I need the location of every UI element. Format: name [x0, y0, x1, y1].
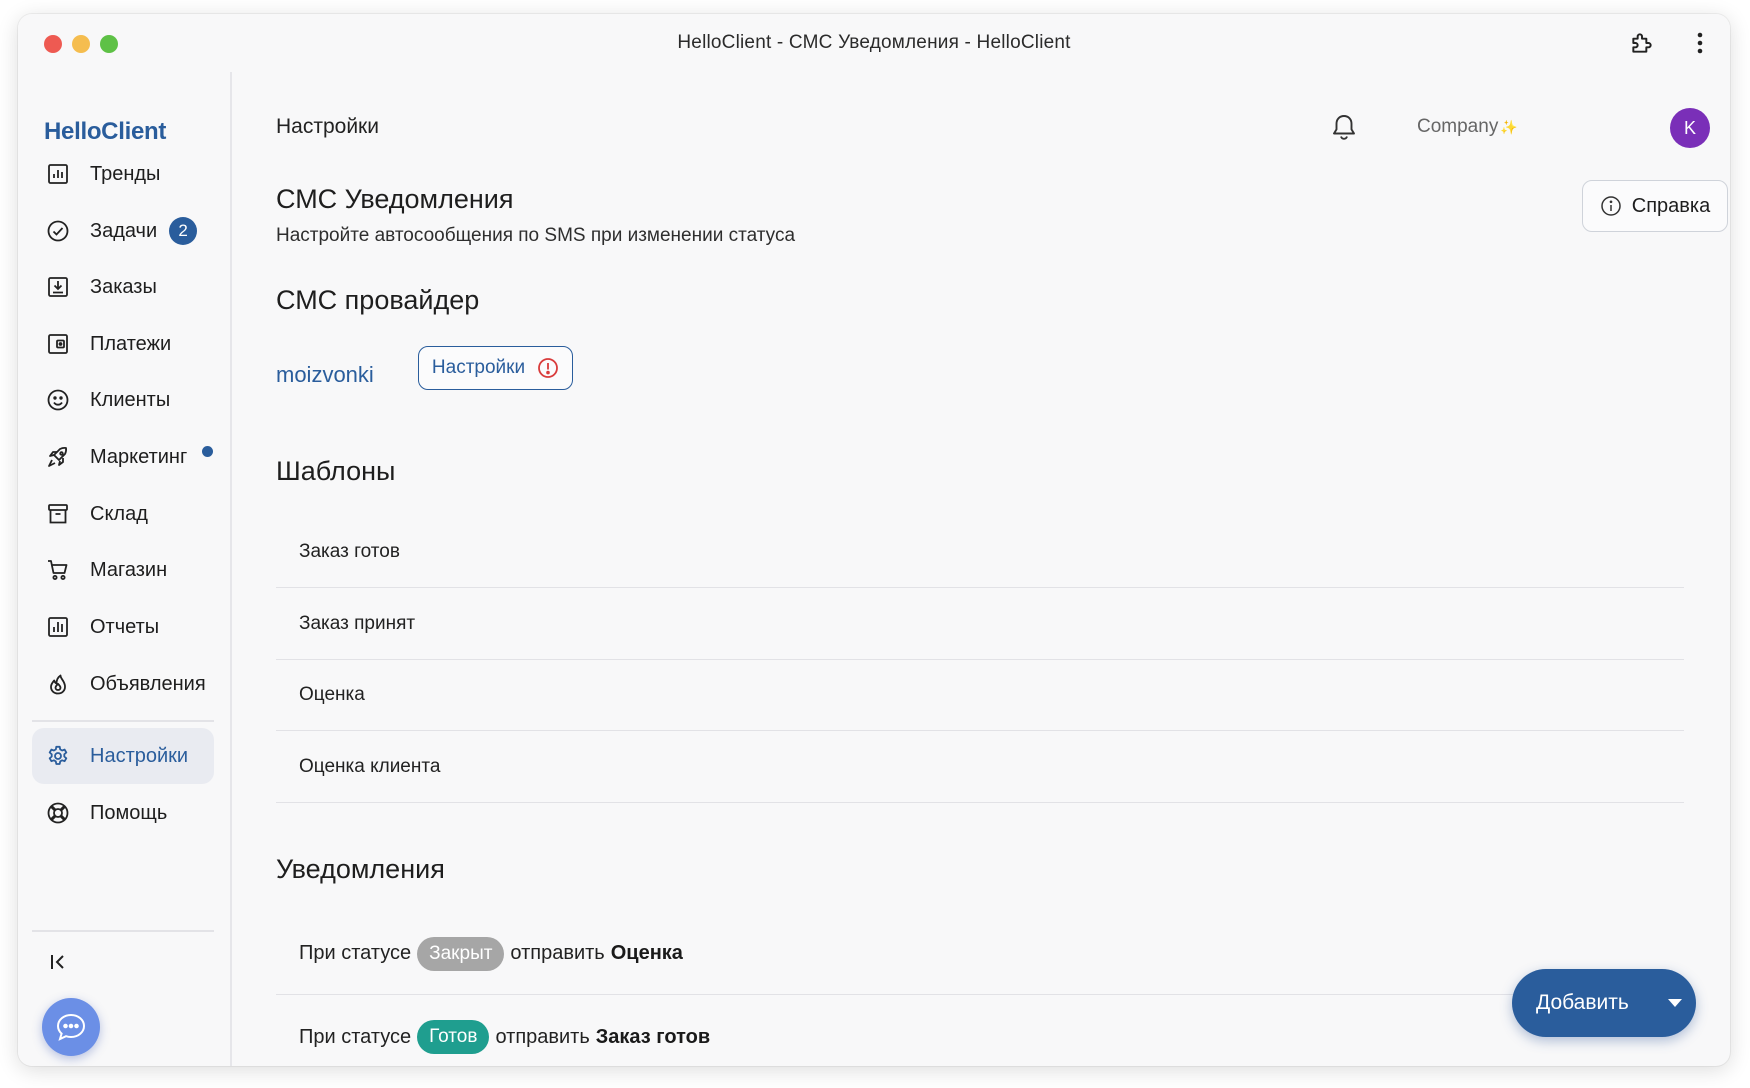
sidebar-item-label: Отчеты: [90, 615, 160, 638]
collapse-sidebar-icon[interactable]: [44, 948, 72, 976]
sidebar-item-label: Заказы: [90, 275, 157, 298]
archive-icon: [44, 500, 72, 528]
app-window: HelloClient - СМС Уведомления - HelloCli…: [18, 14, 1730, 1066]
company-switcher[interactable]: Company ✨: [1417, 116, 1518, 138]
add-button-label: Добавить: [1536, 991, 1629, 1014]
sidebar-item-label: Помощь: [90, 801, 168, 824]
sidebar-item-label: Маркетинг: [90, 445, 188, 468]
provider-settings-label: Настройки: [431, 357, 526, 378]
sidebar-item-label: Клиенты: [90, 388, 171, 411]
template-item[interactable]: Оценка клиента: [276, 731, 1684, 803]
status-badge: Закрыт: [417, 936, 505, 971]
sidebar-item-reports[interactable]: Отчеты: [32, 599, 214, 655]
caret-down-icon: [1667, 999, 1682, 1007]
page-title: СМС Уведомления: [276, 184, 514, 214]
sidebar-item-help[interactable]: Помощь: [32, 785, 214, 841]
notification-rule[interactable]: При статусе Закрыт отправить Оценка: [276, 913, 1684, 995]
sidebar-item-settings[interactable]: Настройки: [32, 728, 214, 784]
title-bar: HelloClient - СМС Уведомления - HelloCli…: [18, 14, 1730, 72]
help-button-label: Справка: [1631, 194, 1711, 217]
sidebar-item-tasks[interactable]: Задачи 2: [32, 203, 214, 259]
sidebar-item-trends[interactable]: Тренды: [32, 146, 214, 202]
app-logo[interactable]: HelloClient: [44, 118, 166, 146]
sidebar: HelloClient Тренды Задачи 2 Заказы Плате…: [18, 72, 232, 1066]
extension-icon[interactable]: [1626, 27, 1658, 59]
template-item[interactable]: Заказ готов: [276, 516, 1684, 588]
wallet-icon: [44, 330, 72, 358]
help-button[interactable]: Справка: [1582, 180, 1728, 232]
rule-template: Заказ готов: [595, 1025, 711, 1048]
smile-icon: [44, 386, 72, 414]
close-window-button[interactable]: [44, 35, 62, 53]
notification-rule[interactable]: При статусе Готов отправить Заказ готов: [276, 996, 1684, 1066]
template-item[interactable]: Заказ принят: [276, 588, 1684, 660]
more-vertical-icon[interactable]: [1684, 27, 1716, 59]
info-icon: [1601, 196, 1621, 216]
window-title: HelloClient - СМС Уведомления - HelloCli…: [677, 32, 1071, 53]
sidebar-item-clients[interactable]: Клиенты: [32, 372, 214, 428]
sidebar-item-marketing[interactable]: Маркетинг: [32, 429, 214, 485]
provider-settings-button[interactable]: Настройки: [418, 346, 573, 390]
sidebar-item-label: Магазин: [90, 558, 168, 581]
header-title: Настройки: [276, 115, 379, 138]
sidebar-item-label: Платежи: [90, 332, 172, 355]
new-indicator-dot: [202, 446, 213, 457]
provider-name-link[interactable]: moizvonki: [276, 362, 374, 388]
window-controls: [44, 35, 118, 53]
sidebar-item-warehouse[interactable]: Склад: [32, 486, 214, 542]
check-circle-icon: [44, 217, 72, 245]
maximize-window-button[interactable]: [100, 35, 118, 53]
sidebar-item-orders[interactable]: Заказы: [32, 259, 214, 315]
sidebar-item-label: Склад: [90, 502, 148, 525]
sidebar-divider: [32, 720, 214, 722]
rule-middle: отправить: [510, 942, 605, 964]
warning-icon: [538, 358, 558, 378]
sidebar-item-label: Тренды: [90, 162, 161, 185]
rule-middle: отправить: [495, 1025, 590, 1048]
company-name: Company: [1417, 116, 1499, 137]
tasks-count-badge: 2: [169, 217, 198, 245]
report-chart-icon: [44, 613, 72, 641]
notifications-heading: Уведомления: [276, 854, 445, 884]
minimize-window-button[interactable]: [72, 35, 90, 53]
sidebar-item-payments[interactable]: Платежи: [32, 316, 214, 372]
sidebar-divider: [32, 930, 214, 932]
sidebar-item-ads[interactable]: Объявления: [32, 656, 214, 712]
provider-heading: СМС провайдер: [276, 285, 480, 315]
main-content: Настройки Company ✨ K СМС Уведомления Нас…: [234, 72, 1730, 1066]
download-box-icon: [44, 273, 72, 301]
sidebar-item-shop[interactable]: Магазин: [32, 542, 214, 598]
chart-icon: [44, 160, 72, 188]
sparkle-icon: ✨: [1500, 119, 1518, 135]
rule-prefix: При статусе: [299, 1025, 412, 1048]
rocket-icon: [44, 443, 72, 471]
rule-template: Оценка: [610, 942, 683, 964]
fire-icon: [44, 670, 72, 698]
avatar[interactable]: K: [1670, 108, 1710, 148]
sidebar-item-label: Настройки: [90, 744, 189, 767]
cart-icon: [44, 556, 72, 584]
sidebar-item-label: Объявления: [90, 672, 206, 695]
gear-icon: [44, 742, 72, 770]
rule-prefix: При статусе: [299, 942, 412, 964]
add-button[interactable]: Добавить: [1512, 969, 1696, 1037]
sidebar-item-label: Задачи: [90, 219, 158, 242]
templates-heading: Шаблоны: [276, 456, 396, 486]
chat-support-button[interactable]: [42, 998, 100, 1056]
status-badge: Готов: [417, 1020, 490, 1054]
bell-icon[interactable]: [1327, 110, 1361, 144]
template-item[interactable]: Оценка: [276, 659, 1684, 731]
lifebuoy-icon: [44, 799, 72, 827]
page-subtitle: Настройте автосообщения по SMS при измен…: [276, 225, 796, 246]
